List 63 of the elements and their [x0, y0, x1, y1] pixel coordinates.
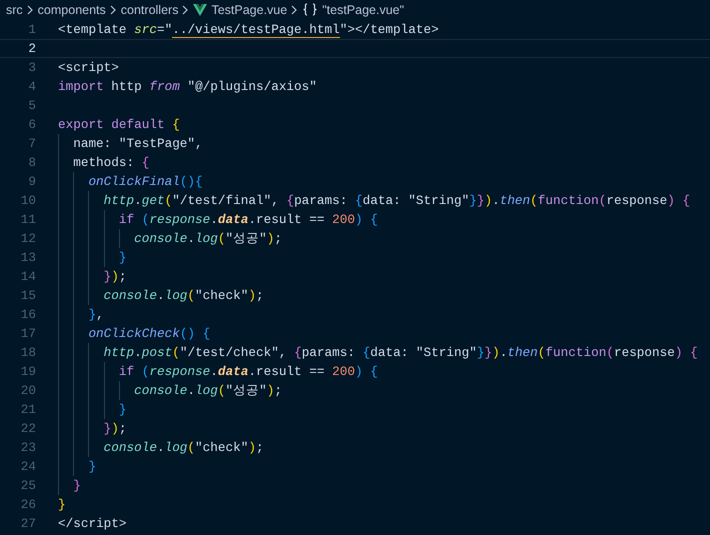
code-line: onClickCheck() {	[58, 324, 210, 343]
code-line: }	[58, 476, 81, 495]
code-line: http.get("/test/final", {params: {data: "String"}}).then(function(response) {	[58, 191, 690, 210]
line-number: 25	[20, 478, 36, 493]
line-number: 5	[27, 98, 36, 113]
line-number: 7	[27, 136, 36, 151]
line-number: 4	[27, 79, 36, 94]
line-number: 14	[20, 269, 36, 284]
breadcrumb-item[interactable]: "testPage.vue"	[322, 2, 404, 16]
line-number: 16	[20, 307, 36, 322]
line-number: 8	[27, 155, 36, 170]
line-number: 1	[27, 22, 36, 37]
line-number: 27	[20, 516, 36, 531]
vue-logo-icon	[193, 4, 208, 16]
code-line: }	[58, 400, 126, 419]
breadcrumb-item[interactable]: controllers	[120, 2, 178, 16]
code-line: },	[58, 305, 104, 324]
line-number: 12	[20, 231, 36, 246]
code-line: http.post("/test/check", {params: {data: "String"}}).then(function(response) {	[58, 343, 698, 362]
line-number: 13	[20, 250, 36, 265]
line-number: 15	[20, 288, 36, 303]
code-line: console.log("check");	[58, 286, 264, 305]
breadcrumb-item[interactable]: TestPage.vue	[211, 2, 288, 16]
line-number: 11	[20, 212, 36, 227]
line-number: 6	[27, 117, 36, 132]
code-line: if (response.data.result == 200) {	[58, 362, 378, 381]
chevron-icon	[110, 4, 117, 14]
chevron-icon	[182, 4, 190, 14]
code-line: console.log("성공");	[58, 381, 282, 400]
code-line: });	[58, 419, 127, 438]
line-number: 18	[20, 345, 36, 360]
code-line: if (response.data.result == 200) {	[58, 210, 378, 229]
code-line: name: "TestPage",	[58, 134, 203, 153]
line-number: 22	[20, 421, 36, 436]
line-number: 23	[20, 440, 36, 455]
code-line: console.log("성공");	[58, 229, 282, 248]
code-line: }	[58, 496, 66, 514]
code-line: import http from "@/plugins/axios"	[58, 78, 317, 96]
code-line: </script>	[58, 515, 127, 533]
braces-icon	[302, 3, 318, 16]
code-line: }	[58, 457, 96, 476]
code-line: onClickFinal(){	[58, 172, 203, 191]
chevron-icon	[291, 4, 298, 14]
line-number: 24	[20, 459, 36, 474]
code-line: });	[58, 267, 127, 286]
line-number: 3	[27, 60, 36, 75]
code-line: export default {	[58, 116, 180, 134]
code-line: console.log("check");	[58, 438, 264, 457]
line-number: 2	[27, 41, 36, 56]
line-number: 21	[20, 402, 36, 417]
code-line: }	[58, 248, 126, 267]
breadcrumb-item[interactable]: src	[6, 2, 23, 16]
line-number: 17	[20, 326, 36, 341]
line-number: 26	[20, 497, 36, 512]
line-number: 20	[20, 383, 36, 398]
line-number: 9	[27, 174, 36, 189]
code-line: <template src="../views/testPage.html"></template>	[58, 20, 439, 39]
chevron-icon	[26, 4, 34, 14]
breadcrumb-item[interactable]: components	[38, 2, 106, 16]
code-line: <script>	[58, 59, 119, 77]
code-line: methods: {	[58, 153, 150, 172]
line-number: 10	[20, 193, 36, 208]
line-number: 19	[20, 364, 36, 379]
